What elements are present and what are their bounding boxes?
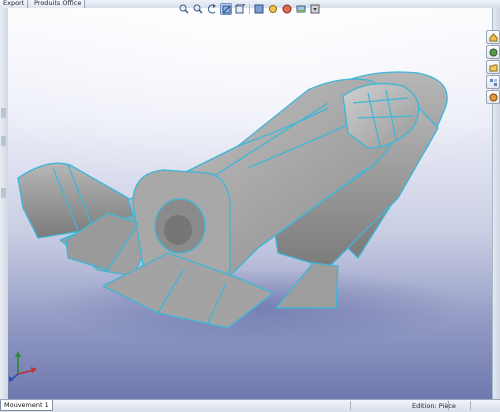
appearances-icon[interactable] [486,90,500,104]
hide-show-items-icon[interactable] [267,3,279,15]
zoom-to-fit-icon[interactable] [178,3,190,15]
previous-view-icon[interactable] [206,3,218,15]
status-divider [470,401,471,410]
heads-up-view-toolbar [178,2,321,16]
edit-mode-text: Edition: Pièce [412,402,456,410]
panel-handle[interactable] [1,136,6,146]
panel-handle[interactable] [1,188,6,198]
tab-office-products[interactable]: Produits Office [31,0,86,8]
graphics-viewport[interactable] [8,8,493,399]
coordinate-triad-icon [9,351,37,382]
tab-motion-study[interactable]: Mouvement 1 [0,400,53,411]
home-icon[interactable] [486,30,500,44]
view-settings-icon[interactable] [309,3,321,15]
status-bar: Mouvement 1 Edition: Pièce [0,399,500,412]
tab-export[interactable]: Export [0,0,29,8]
toolbar-separator [249,4,250,14]
edit-appearance-icon[interactable] [281,3,293,15]
display-style-icon[interactable] [253,3,265,15]
design-library-icon[interactable] [486,45,500,59]
view-palette-icon[interactable] [486,75,500,89]
task-pane-tabs [486,30,500,104]
view-orientation-icon[interactable] [234,3,246,15]
shuttle-3d-model [17,71,468,348]
zoom-area-icon[interactable] [192,3,204,15]
status-divider [350,401,351,410]
file-explorer-icon[interactable] [486,60,500,74]
panel-handle[interactable] [1,108,6,118]
status-divider [448,401,449,410]
section-view-icon[interactable] [220,3,232,15]
apply-scene-icon[interactable] [295,3,307,15]
